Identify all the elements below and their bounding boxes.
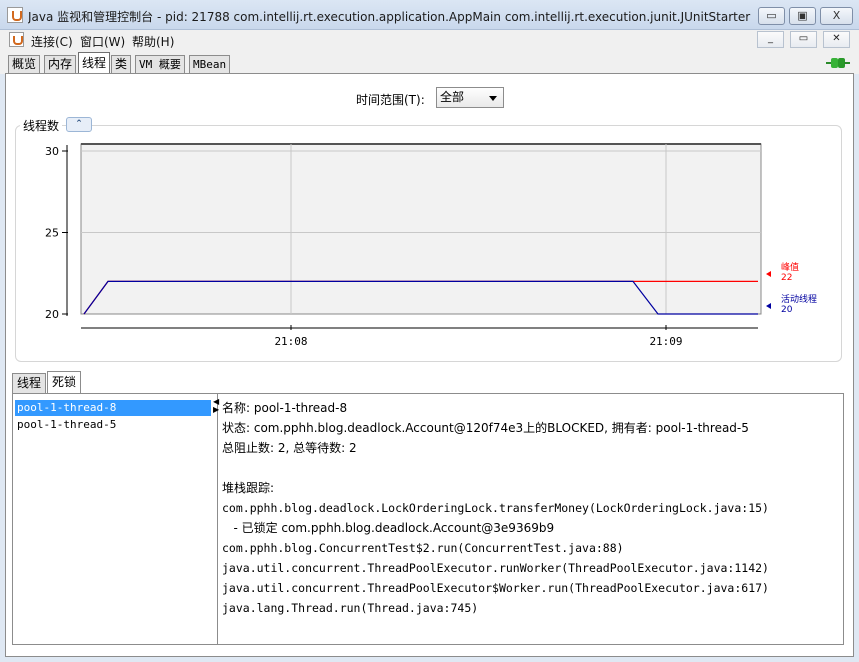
connection-plug-icon: [826, 58, 850, 68]
thread-detail: 名称: pool-1-thread-8 状态: com.pphh.blog.de…: [222, 398, 837, 618]
plot-area: [80, 143, 762, 315]
x-tick-label: 21:08: [274, 335, 307, 348]
tab-threads[interactable]: 线程: [78, 52, 111, 74]
stack-frame: com.pphh.blog.ConcurrentTest$2.run(Concu…: [222, 541, 624, 555]
subtab-threads[interactable]: 线程: [12, 373, 47, 393]
stack-frame: - 已锁定 com.pphh.blog.deadlock.Account@3e9…: [222, 521, 555, 535]
legend-series-name: 峰值: [781, 261, 799, 273]
legend-series-value: 20: [781, 305, 793, 315]
main-tab-bar: 概览 内存 线程 类 VM 概要 MBean: [0, 50, 859, 74]
legend-series-name: 活动线程: [781, 293, 817, 305]
latest-marker: [766, 303, 771, 309]
java-icon: [9, 32, 24, 47]
thread-count-chart: 21:08 21:09202530峰值22活动线程20: [45, 143, 817, 348]
menu-bar: 连接(C) 窗口(W) 帮助(H) _ ▭ ✕: [0, 30, 859, 50]
maximize-button[interactable]: ▣: [789, 7, 816, 25]
y-tick-label: 30: [45, 145, 59, 158]
window-title: Java 监视和管理控制台 - pid: 21788 com.intellij.…: [28, 10, 753, 24]
stack-frame: java.util.concurrent.ThreadPoolExecutor.…: [222, 561, 769, 575]
x-tick-label: 21:09: [649, 335, 682, 348]
close-button[interactable]: X: [820, 7, 853, 25]
title-bar: Java 监视和管理控制台 - pid: 21788 com.intellij.…: [0, 0, 859, 30]
inner-close-button[interactable]: ✕: [823, 31, 850, 48]
latest-marker: [766, 271, 771, 277]
stack-frame: java.util.concurrent.ThreadPoolExecutor$…: [222, 581, 769, 595]
menu-help[interactable]: 帮助(H): [132, 33, 174, 50]
tab-mbean[interactable]: MBean: [189, 55, 231, 74]
java-icon: [7, 7, 23, 23]
menu-window[interactable]: 窗口(W): [80, 33, 125, 50]
stack-frame: java.lang.Thread.run(Thread.java:745): [222, 601, 479, 615]
tab-overview[interactable]: 概览: [8, 55, 41, 74]
thread-name: 名称: pool-1-thread-8: [222, 401, 348, 415]
tab-classes[interactable]: 类: [111, 55, 132, 74]
deadlock-panel: pool-1-thread-8 pool-1-thread-5 ◀ ▶ 名称: p…: [12, 393, 844, 645]
list-item[interactable]: pool-1-thread-8: [15, 400, 211, 416]
thread-counts: 总阻止数: 2, 总等待数: 2: [222, 441, 357, 455]
minimize-button[interactable]: ▭: [758, 7, 785, 25]
y-tick-label: 25: [45, 227, 59, 240]
legend-series-value: 22: [781, 273, 792, 283]
stack-trace-label: 堆栈跟踪:: [222, 481, 275, 495]
inner-restore-button[interactable]: ▭: [790, 31, 817, 48]
tab-vm-summary[interactable]: VM 概要: [135, 55, 185, 74]
subtab-deadlock[interactable]: 死锁: [47, 371, 82, 393]
stack-frame: com.pphh.blog.deadlock.LockOrderingLock.…: [222, 501, 769, 515]
threads-panel: 时间范围(T): 全部 线程数 ⌃ 21:08 21:09 20 25 30 峰值 22 活动…: [5, 73, 854, 657]
thread-state: 状态: com.pphh.blog.deadlock.Account@120f7…: [222, 421, 749, 435]
y-tick-label: 20: [45, 308, 59, 321]
list-item[interactable]: pool-1-thread-5: [15, 417, 211, 433]
menu-connect[interactable]: 连接(C): [31, 33, 73, 50]
splitter-handle[interactable]: ◀ ▶: [213, 398, 219, 414]
tab-memory[interactable]: 内存: [44, 55, 77, 74]
inner-minimize-button[interactable]: _: [757, 31, 784, 48]
thread-list[interactable]: pool-1-thread-8 pool-1-thread-5: [13, 394, 218, 644]
